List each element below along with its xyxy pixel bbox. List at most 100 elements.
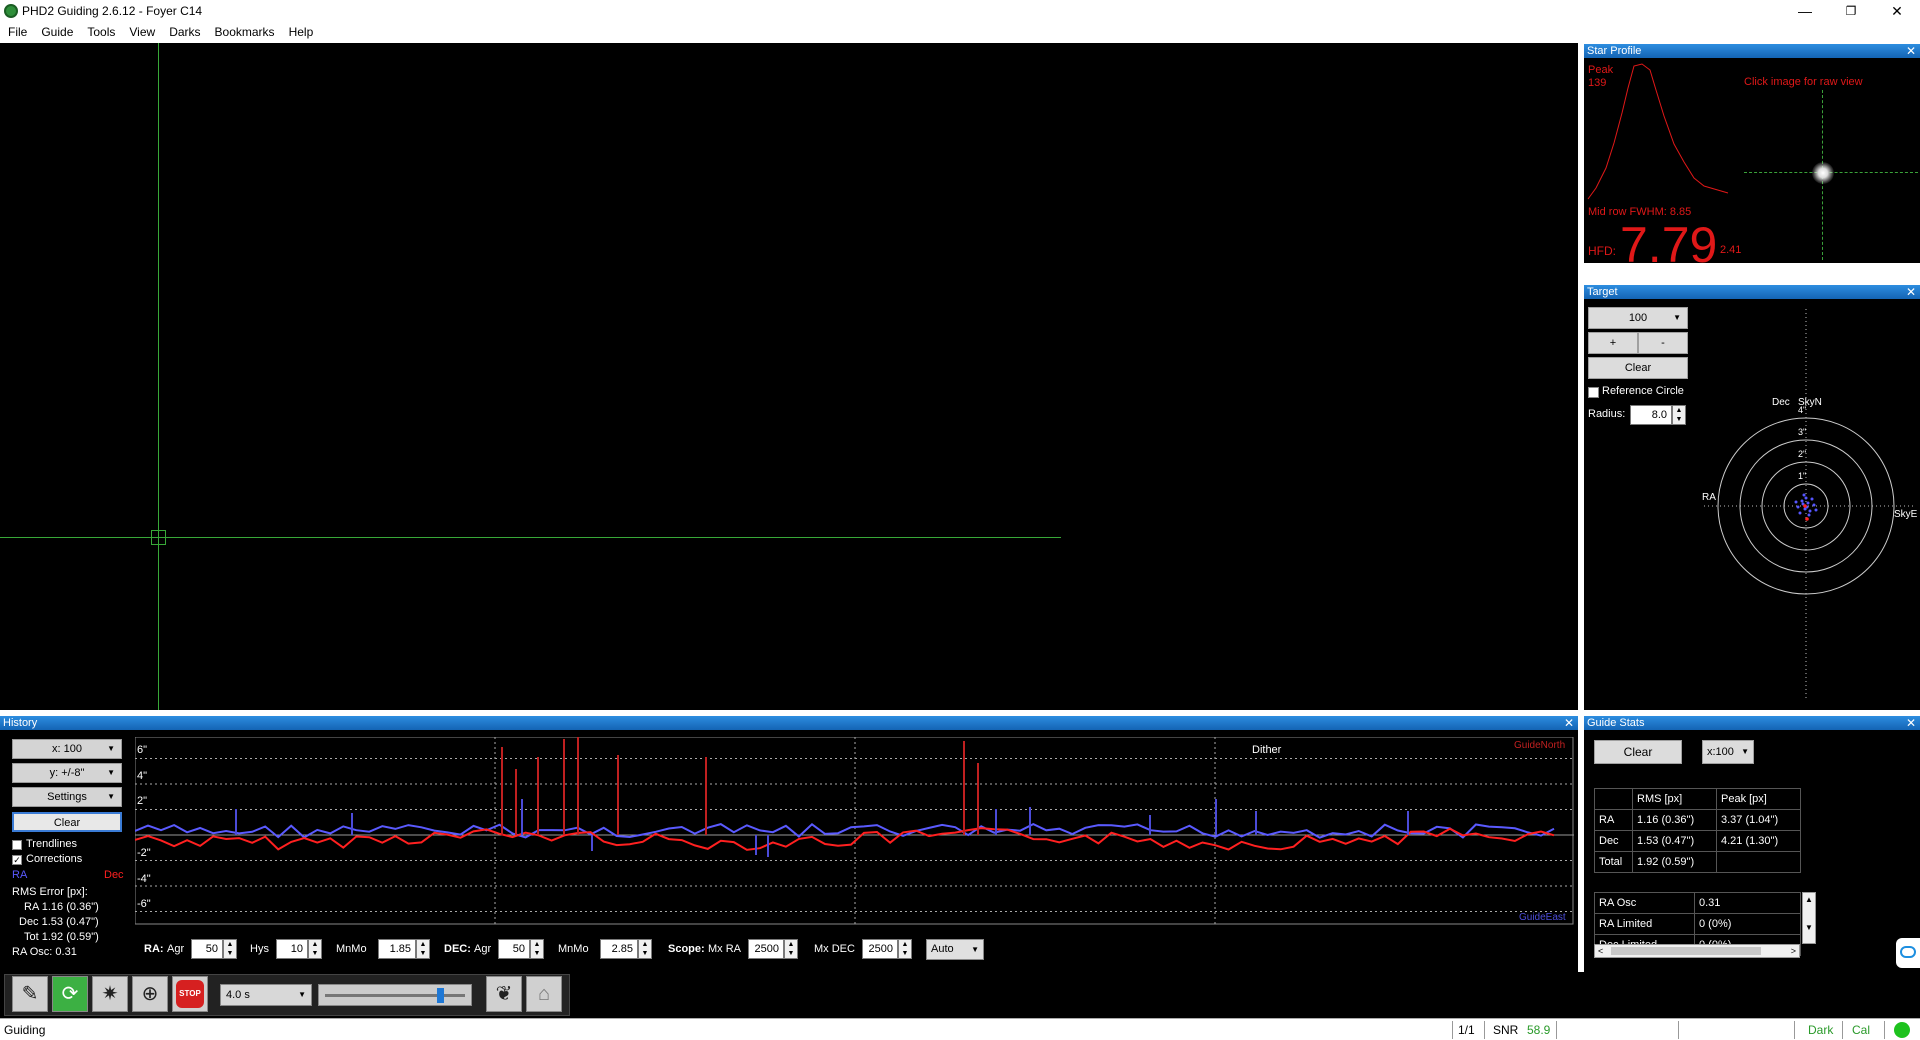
ra-agr-input[interactable]: 50 — [191, 939, 223, 959]
auto-select-star-icon[interactable]: ✷ — [92, 976, 128, 1012]
table-cell: RA Osc — [1594, 892, 1695, 914]
table-cell: 1.53 (0.47") — [1632, 830, 1717, 852]
guide-stats-close-icon[interactable]: ✕ — [1906, 716, 1916, 730]
target-clear-button[interactable]: Clear — [1588, 357, 1688, 379]
star-profile-pane[interactable]: Peak 139 Click image for raw view Mid ro… — [1584, 58, 1920, 270]
history-header: History ✕ — [0, 716, 1578, 730]
horizontal-scrollbar[interactable]: < > — [1594, 944, 1800, 958]
camera-settings-icon[interactable]: ⌂ — [526, 976, 562, 1012]
target-dec-label: Dec — [1772, 397, 1790, 408]
osc-list[interactable]: RA Osc 0.31 RA Limited 0 (0%) Dec Limite… — [1594, 892, 1818, 960]
status-divider — [1794, 1021, 1795, 1039]
dec-correction-pulse — [963, 741, 965, 835]
ra-hys-spinner[interactable]: ▲ ▼ — [308, 939, 322, 959]
mx-ra-input[interactable]: 2500 — [748, 939, 784, 959]
x-scale-select[interactable]: x: 100 ▼ — [12, 739, 122, 759]
table-header-row: RMS [px] Peak [px] — [1594, 788, 1801, 810]
mx-dec-input[interactable]: 2500 — [862, 939, 898, 959]
menu-darks[interactable]: Darks — [161, 22, 206, 39]
target-zoom-in-button[interactable]: + — [1588, 332, 1638, 354]
scroll-down-icon[interactable]: ▼ — [1803, 921, 1815, 935]
equipment-icon[interactable]: ✎ — [12, 976, 48, 1012]
menu-bookmarks[interactable]: Bookmarks — [207, 22, 281, 39]
vertical-scrollbar[interactable]: ▲ ▼ — [1802, 892, 1816, 944]
reference-circle-checkbox[interactable] — [1588, 387, 1599, 398]
close-button[interactable]: ✕ — [1874, 0, 1920, 22]
ra-mnmo-input[interactable]: 1.85 — [378, 939, 416, 959]
status-divider — [1678, 1021, 1679, 1039]
loop-icon[interactable]: ⟳ — [52, 976, 88, 1012]
history-close-icon[interactable]: ✕ — [1564, 716, 1574, 730]
corrections-checkbox[interactable]: ✓ — [12, 855, 22, 865]
chevron-down-icon: ▼ — [971, 945, 979, 954]
menu-bar: File Guide Tools View Darks Bookmarks Help — [0, 22, 1920, 42]
dec-mnmo-input[interactable]: 2.85 — [600, 939, 638, 959]
guide-stats-scale-select[interactable]: x:100 ▼ — [1702, 740, 1754, 764]
star-thumbnail[interactable] — [1744, 90, 1918, 260]
target-close-icon[interactable]: ✕ — [1906, 285, 1916, 299]
radius-spinner[interactable]: ▲ ▼ — [1672, 405, 1686, 425]
scroll-up-icon[interactable]: ▲ — [1803, 893, 1815, 907]
camera-view[interactable] — [0, 43, 1578, 710]
menu-help[interactable]: Help — [281, 22, 320, 39]
dec-mnmo-spinner[interactable]: ▲ ▼ — [638, 939, 652, 959]
target-zoom-select[interactable]: 100 ▼ — [1588, 307, 1688, 329]
ra-correction-pulse — [351, 813, 353, 835]
status-bar: Guiding 1/1 SNR 58.9 Dark Cal — [0, 1018, 1920, 1040]
exposure-value: 4.0 s — [226, 989, 250, 1001]
gamma-slider[interactable] — [318, 984, 472, 1006]
ra-mnmo-label: MnMo — [336, 943, 367, 955]
scroll-right-icon[interactable]: > — [1791, 945, 1796, 957]
table-row: RA Limited 0 (0%) — [1594, 913, 1801, 935]
history-graph[interactable] — [135, 737, 1574, 925]
scroll-thumb[interactable] — [1611, 947, 1761, 955]
star-profile-close-icon[interactable]: ✕ — [1906, 44, 1916, 58]
hfd-value: 7.79 — [1620, 217, 1718, 273]
dec-agr-spinner[interactable]: ▲ ▼ — [530, 939, 544, 959]
dec-agr-input[interactable]: 50 — [498, 939, 530, 959]
exposure-select[interactable]: 4.0 s ▼ — [220, 984, 312, 1006]
rms-title: RMS Error [px]: — [12, 886, 88, 898]
table-cell: 3.37 (1.04") — [1716, 809, 1801, 831]
ra-controls-label: RA: — [144, 943, 164, 955]
guide-stats-table: RMS [px] Peak [px] RA 1.16 (0.36") 3.37 … — [1594, 788, 1801, 873]
ra-correction-pulse — [755, 835, 757, 855]
y-tick-m2: -2" — [137, 847, 151, 859]
target-plot[interactable] — [1694, 299, 1920, 710]
ra-correction-pulse — [1029, 807, 1031, 835]
target-zoom-value: 100 — [1628, 312, 1648, 324]
dither-label: Dither — [1252, 744, 1282, 756]
menu-file[interactable]: File — [0, 22, 33, 39]
y-scale-value: y: +/-8" — [49, 767, 85, 779]
slider-thumb[interactable] — [437, 988, 444, 1003]
window-title: PHD2 Guiding 2.6.12 - Foyer C14 — [22, 4, 203, 18]
target-skye-label: SkyE — [1894, 509, 1918, 520]
mx-dec-spinner[interactable]: ▲ ▼ — [898, 939, 912, 959]
chevron-down-icon: ▼ — [107, 792, 115, 801]
mx-ra-spinner[interactable]: ▲ ▼ — [784, 939, 798, 959]
scroll-left-icon[interactable]: < — [1598, 945, 1603, 957]
radius-input[interactable]: 8.0 — [1630, 405, 1672, 425]
history-clear-button[interactable]: Clear — [12, 812, 122, 832]
guide-stats-clear-button[interactable]: Clear — [1594, 740, 1682, 764]
trendlines-checkbox[interactable] — [12, 840, 22, 850]
y-scale-select[interactable]: y: +/-8" ▼ — [12, 763, 122, 783]
history-settings-button[interactable]: Settings ▼ — [12, 787, 122, 807]
menu-guide[interactable]: Guide — [33, 22, 79, 39]
guide-icon[interactable]: ⊕ — [132, 976, 168, 1012]
menu-tools[interactable]: Tools — [79, 22, 121, 39]
side-tab-icon[interactable] — [1896, 938, 1920, 968]
ra-mnmo-spinner[interactable]: ▲ ▼ — [416, 939, 430, 959]
restore-button[interactable]: ❐ — [1828, 0, 1874, 22]
dec-mode-select[interactable]: Auto ▼ — [926, 939, 984, 960]
minimize-button[interactable]: — — [1782, 0, 1828, 22]
dec-agr-label: Agr — [474, 943, 492, 955]
ra-hys-input[interactable]: 10 — [276, 939, 308, 959]
x-scale-value: x: 100 — [52, 743, 82, 755]
brain-icon[interactable]: ❦ — [486, 976, 522, 1012]
menu-view[interactable]: View — [121, 22, 161, 39]
stop-button[interactable]: STOP — [172, 976, 208, 1012]
ra-correction-pulse — [591, 835, 593, 851]
ra-agr-spinner[interactable]: ▲ ▼ — [223, 939, 237, 959]
target-zoom-out-button[interactable]: - — [1638, 332, 1688, 354]
